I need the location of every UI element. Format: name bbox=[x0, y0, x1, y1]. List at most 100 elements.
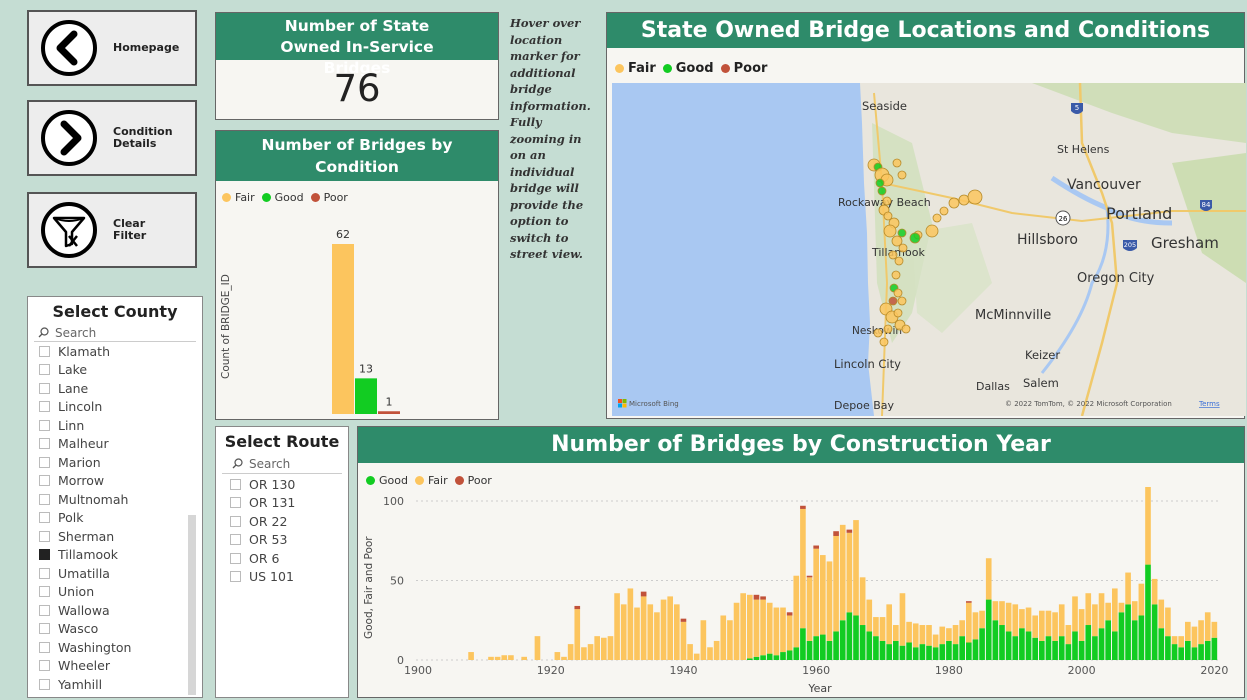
year-bar-fair[interactable] bbox=[999, 601, 1005, 626]
county-checkbox[interactable] bbox=[39, 456, 50, 468]
year-bar-good[interactable] bbox=[1032, 637, 1038, 660]
year-bar-fair[interactable] bbox=[1178, 636, 1184, 648]
year-bar-fair[interactable] bbox=[979, 610, 985, 629]
county-item[interactable]: Marion bbox=[39, 453, 202, 472]
year-bar-poor[interactable] bbox=[813, 545, 819, 549]
year-bar-good[interactable] bbox=[747, 658, 753, 660]
year-bar-good[interactable] bbox=[939, 644, 946, 660]
year-bar-fair[interactable] bbox=[793, 575, 800, 648]
year-bar-fair[interactable] bbox=[1025, 607, 1032, 632]
year-bar-poor[interactable] bbox=[680, 618, 687, 622]
county-item[interactable]: Lincoln bbox=[39, 398, 202, 417]
year-bar-fair[interactable] bbox=[693, 653, 700, 660]
year-bar-good[interactable] bbox=[879, 640, 886, 660]
year-bar-fair[interactable] bbox=[567, 644, 574, 660]
year-bar-fair[interactable] bbox=[713, 640, 720, 660]
year-bar-good[interactable] bbox=[1112, 631, 1118, 660]
county-scrollbar[interactable] bbox=[188, 515, 196, 695]
condition-bar[interactable] bbox=[378, 411, 400, 414]
year-bar-fair[interactable] bbox=[508, 655, 514, 660]
year-bar-fair[interactable] bbox=[733, 602, 740, 660]
year-bar-good[interactable] bbox=[1045, 636, 1052, 660]
condition-bar[interactable] bbox=[332, 244, 354, 414]
year-bar-fair[interactable] bbox=[660, 599, 667, 660]
year-bar-good[interactable] bbox=[899, 645, 906, 660]
route-item[interactable]: OR 53 bbox=[230, 531, 348, 550]
bridge-marker[interactable] bbox=[948, 197, 960, 209]
year-bar-fair[interactable] bbox=[620, 604, 627, 660]
year-bar-good[interactable] bbox=[866, 631, 873, 660]
year-bar-good[interactable] bbox=[1178, 647, 1184, 660]
year-bar-fair[interactable] bbox=[601, 637, 607, 660]
year-bar-good[interactable] bbox=[1158, 628, 1165, 660]
year-bar-fair[interactable] bbox=[594, 636, 600, 660]
year-bar-fair[interactable] bbox=[1058, 604, 1065, 637]
year-bar-fair[interactable] bbox=[952, 625, 959, 645]
county-item[interactable]: Multnomah bbox=[39, 490, 202, 509]
year-bar-fair[interactable] bbox=[1019, 609, 1025, 629]
route-item[interactable]: OR 130 bbox=[230, 475, 348, 494]
route-checkbox[interactable] bbox=[230, 478, 241, 490]
year-bar-fair[interactable] bbox=[720, 615, 727, 660]
year-bar-fair[interactable] bbox=[1151, 578, 1158, 605]
year-bar-good[interactable] bbox=[793, 647, 800, 660]
year-bar-good[interactable] bbox=[1092, 636, 1098, 660]
county-item[interactable]: Linn bbox=[39, 416, 202, 435]
year-bar-fair[interactable] bbox=[581, 647, 587, 660]
year-bar-good[interactable] bbox=[1198, 644, 1204, 660]
bridge-marker[interactable] bbox=[967, 189, 983, 205]
year-bar-fair[interactable] bbox=[926, 625, 932, 646]
year-bar-fair[interactable] bbox=[561, 656, 567, 660]
county-checkbox[interactable] bbox=[39, 586, 50, 598]
year-bar-good[interactable] bbox=[1039, 640, 1045, 660]
bridge-marker[interactable] bbox=[932, 213, 942, 223]
year-bar-fair[interactable] bbox=[607, 636, 614, 660]
bridge-marker[interactable] bbox=[958, 194, 970, 206]
year-bar-fair[interactable] bbox=[985, 558, 992, 600]
condition-bar[interactable] bbox=[355, 378, 377, 414]
year-bar-poor[interactable] bbox=[806, 575, 813, 578]
year-bar-fair[interactable] bbox=[946, 628, 952, 641]
year-bar-good[interactable] bbox=[813, 636, 819, 660]
year-bar-good[interactable] bbox=[766, 653, 773, 660]
year-bar-good[interactable] bbox=[1204, 640, 1211, 660]
year-bar-fair[interactable] bbox=[773, 607, 780, 656]
year-bar-good[interactable] bbox=[1078, 640, 1085, 660]
year-bar-good[interactable] bbox=[859, 625, 866, 660]
year-bar-good[interactable] bbox=[1085, 625, 1092, 660]
county-checkbox[interactable] bbox=[39, 438, 50, 450]
year-bar-fair[interactable] bbox=[1052, 612, 1058, 641]
route-checkbox[interactable] bbox=[230, 534, 241, 546]
year-bar-good[interactable] bbox=[946, 640, 952, 660]
year-bar-good[interactable] bbox=[886, 644, 892, 660]
year-bar-fair[interactable] bbox=[1185, 621, 1191, 641]
year-bar-fair[interactable] bbox=[1145, 487, 1151, 565]
year-bar-poor[interactable] bbox=[966, 601, 972, 603]
year-bar-fair[interactable] bbox=[647, 604, 654, 660]
county-search-input[interactable]: Search bbox=[34, 324, 196, 342]
year-bar-fair[interactable] bbox=[687, 644, 693, 660]
county-item[interactable]: Yamhill bbox=[39, 675, 202, 694]
year-bar-poor[interactable] bbox=[833, 531, 839, 536]
year-bar-good[interactable] bbox=[839, 620, 846, 660]
county-checkbox[interactable] bbox=[39, 623, 50, 635]
county-checkbox[interactable] bbox=[39, 641, 50, 653]
year-bar-fair[interactable] bbox=[587, 644, 594, 660]
route-item[interactable]: US 101 bbox=[230, 568, 348, 587]
county-checkbox[interactable] bbox=[39, 512, 50, 524]
year-bar-fair[interactable] bbox=[992, 601, 999, 621]
bridge-marker[interactable] bbox=[883, 324, 893, 334]
year-bar-fair[interactable] bbox=[1191, 626, 1198, 648]
year-bar-good[interactable] bbox=[853, 615, 859, 660]
county-checkbox[interactable] bbox=[39, 567, 50, 579]
year-bar-good[interactable] bbox=[1125, 604, 1131, 660]
year-bar-good[interactable] bbox=[1191, 647, 1198, 660]
bridge-marker[interactable] bbox=[909, 232, 921, 244]
year-bar-fair[interactable] bbox=[1138, 583, 1145, 616]
year-bar-good[interactable] bbox=[966, 642, 972, 660]
year-bar-good[interactable] bbox=[1065, 644, 1072, 660]
year-bar-fair[interactable] bbox=[1032, 615, 1038, 638]
year-bar-fair[interactable] bbox=[893, 625, 899, 641]
year-bar-good[interactable] bbox=[1072, 631, 1078, 660]
county-item[interactable]: Lake bbox=[39, 361, 202, 380]
